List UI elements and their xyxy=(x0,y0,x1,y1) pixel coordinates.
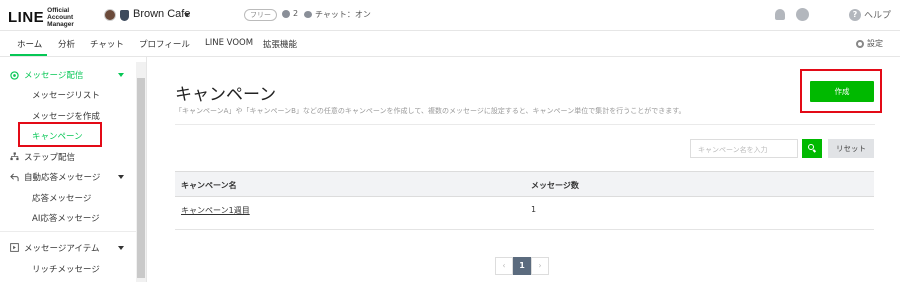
divider xyxy=(175,124,875,125)
tab-chat[interactable]: チャット xyxy=(90,38,124,50)
account-switcher[interactable]: Brown Cafe xyxy=(133,8,190,20)
top-bar: LINE Official Account Manager Brown Cafe… xyxy=(0,0,900,31)
reset-button[interactable]: リセット xyxy=(828,139,874,158)
campaign-name-link[interactable]: キャンペーン1週目 xyxy=(181,205,250,216)
active-tab-indicator xyxy=(10,54,47,56)
help-link[interactable]: ? ヘルプ xyxy=(849,8,891,21)
sidebar-section-message-items[interactable]: メッセージアイテム xyxy=(24,242,99,254)
pagination-page-1[interactable]: 1 xyxy=(513,257,531,275)
message-count-cell: 1 xyxy=(531,205,537,214)
table-header: キャンペーン名 メッセージ数 xyxy=(175,171,874,197)
tab-profile[interactable]: プロフィール xyxy=(139,38,190,50)
main-nav: ホーム 分析 チャット プロフィール LINE VOOM 拡張機能 設定 xyxy=(0,31,900,57)
message-item-icon xyxy=(10,243,19,252)
question-icon: ? xyxy=(849,8,861,21)
user-avatar-icon[interactable] xyxy=(796,8,809,21)
tab-line-voom[interactable]: LINE VOOM xyxy=(205,38,253,48)
pagination: ‹ 1 › xyxy=(495,257,549,275)
column-header-message-count: メッセージ数 xyxy=(531,181,579,190)
followers-value: 2 xyxy=(293,9,299,18)
sidebar-item-create-message[interactable]: メッセージを作成 xyxy=(32,110,100,122)
sidebar: メッセージ配信 メッセージリスト メッセージを作成 キャンペーン ステップ配信 … xyxy=(0,57,147,282)
sidebar-section-auto-reply[interactable]: 自動応答メッセージ xyxy=(24,171,100,183)
sidebar-divider xyxy=(0,231,136,232)
chat-status[interactable]: チャット：オン xyxy=(304,9,371,20)
tab-analytics[interactable]: 分析 xyxy=(58,38,75,50)
chevron-down-icon[interactable] xyxy=(184,13,190,17)
followers-count[interactable]: 2 xyxy=(282,9,298,18)
campaign-search-input[interactable]: キャンペーン名を入力 xyxy=(690,139,798,158)
chat-bubble-icon xyxy=(304,11,312,18)
chevron-down-icon[interactable] xyxy=(118,246,124,250)
logo-text: LINE xyxy=(8,9,45,26)
step-icon xyxy=(10,152,19,161)
sidebar-scrollbar-thumb[interactable] xyxy=(137,78,145,278)
account-avatar[interactable] xyxy=(104,9,116,21)
people-icon xyxy=(282,9,290,18)
create-button[interactable]: 作成 xyxy=(810,81,874,102)
logo-subtext: Official Account Manager xyxy=(47,7,74,28)
settings-link[interactable]: 設定 xyxy=(856,38,883,49)
sidebar-item-rich-message[interactable]: リッチメッセージ xyxy=(32,263,100,275)
line-oa-logo[interactable]: LINE Official Account Manager xyxy=(8,7,95,28)
table-row: キャンペーン1週目 1 xyxy=(175,197,874,230)
chevron-down-icon[interactable] xyxy=(118,73,124,77)
sidebar-item-message-list[interactable]: メッセージリスト xyxy=(32,89,100,101)
sidebar-section-step-delivery[interactable]: ステップ配信 xyxy=(24,151,75,163)
verified-shield-icon xyxy=(120,10,129,21)
search-button[interactable] xyxy=(802,139,822,158)
page-description: 「キャンペーンA」や「キャンペーンB」などの任意のキャンペーンを作成して、複数の… xyxy=(175,107,686,115)
sidebar-section-message-delivery[interactable]: メッセージ配信 xyxy=(24,69,83,81)
tab-extensions[interactable]: 拡張機能 xyxy=(263,38,297,50)
chat-status-label: チャット：オン xyxy=(315,10,371,19)
help-label: ヘルプ xyxy=(864,11,892,21)
settings-label: 設定 xyxy=(867,39,883,48)
highlight-box-campaign xyxy=(18,122,102,147)
bell-icon[interactable] xyxy=(775,9,785,20)
column-header-campaign-name: キャンペーン名 xyxy=(181,181,237,190)
auto-reply-icon xyxy=(10,173,19,182)
plan-badge: フリー xyxy=(244,9,277,21)
sidebar-item-reply-message[interactable]: 応答メッセージ xyxy=(32,192,91,204)
broadcast-icon xyxy=(10,71,19,80)
pagination-next[interactable]: › xyxy=(531,257,549,275)
page-title: キャンペーン xyxy=(175,85,277,105)
pagination-prev[interactable]: ‹ xyxy=(495,257,513,275)
gear-icon xyxy=(856,39,864,48)
sidebar-item-ai-reply-message[interactable]: AI応答メッセージ xyxy=(32,212,100,224)
tab-home[interactable]: ホーム xyxy=(17,38,42,50)
chevron-down-icon[interactable] xyxy=(118,175,124,179)
